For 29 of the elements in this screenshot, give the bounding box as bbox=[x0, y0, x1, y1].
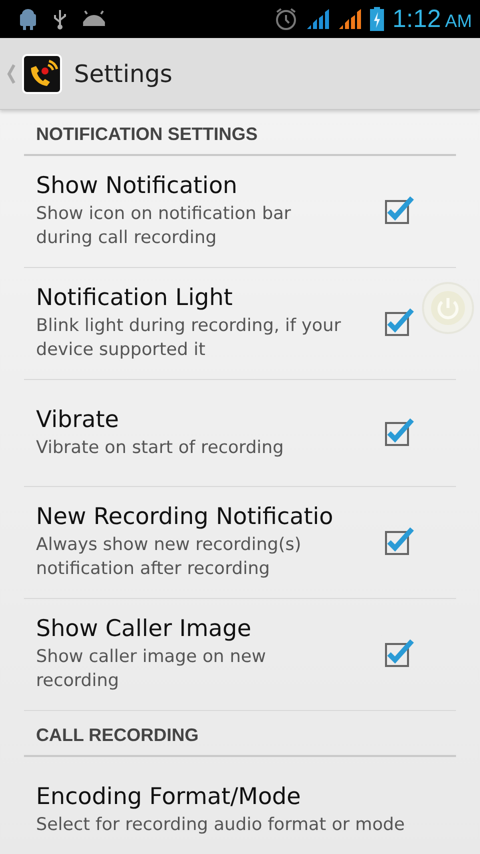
setting-summary: Select for recording audio format or mode bbox=[36, 814, 406, 836]
setting-title: Vibrate bbox=[36, 406, 120, 434]
clock-time: 1:12 AM bbox=[392, 4, 472, 34]
app-icon[interactable] bbox=[22, 54, 62, 94]
screen-title: Settings bbox=[74, 60, 172, 88]
setting-summary: Show caller image on new recording bbox=[36, 646, 267, 693]
setting-summary: Show icon on notification bar during call recording bbox=[36, 203, 292, 250]
alarm-icon bbox=[274, 7, 298, 31]
checkbox[interactable] bbox=[384, 526, 414, 556]
setting-title: Notification Light bbox=[36, 284, 234, 313]
battery-icon bbox=[370, 7, 384, 31]
setting-title: Show Caller Image bbox=[36, 615, 252, 644]
setting-title: New Recording Notificatio bbox=[36, 503, 334, 532]
setting-summary: Vibrate on start of recording bbox=[36, 436, 285, 460]
section-header: CALL RECORDING bbox=[24, 711, 456, 757]
checkbox[interactable] bbox=[384, 307, 414, 337]
android-icon bbox=[18, 8, 38, 30]
setting-title: Encoding Format/Mode bbox=[36, 782, 302, 812]
android-head-icon bbox=[82, 10, 106, 28]
setting-summary: Always show new recording(s) notification after recording bbox=[36, 534, 302, 581]
checkbox[interactable] bbox=[384, 416, 414, 446]
signal-icon bbox=[306, 8, 330, 30]
section-header: NOTIFICATION SETTINGS bbox=[24, 110, 456, 156]
setting-summary: Blink light during recording, if your device supported it bbox=[36, 315, 342, 362]
setting-title: Show Notification bbox=[36, 172, 238, 201]
checkbox[interactable] bbox=[384, 638, 414, 668]
signal-icon bbox=[338, 8, 362, 30]
checkbox[interactable] bbox=[384, 195, 414, 225]
usb-icon bbox=[52, 8, 68, 30]
